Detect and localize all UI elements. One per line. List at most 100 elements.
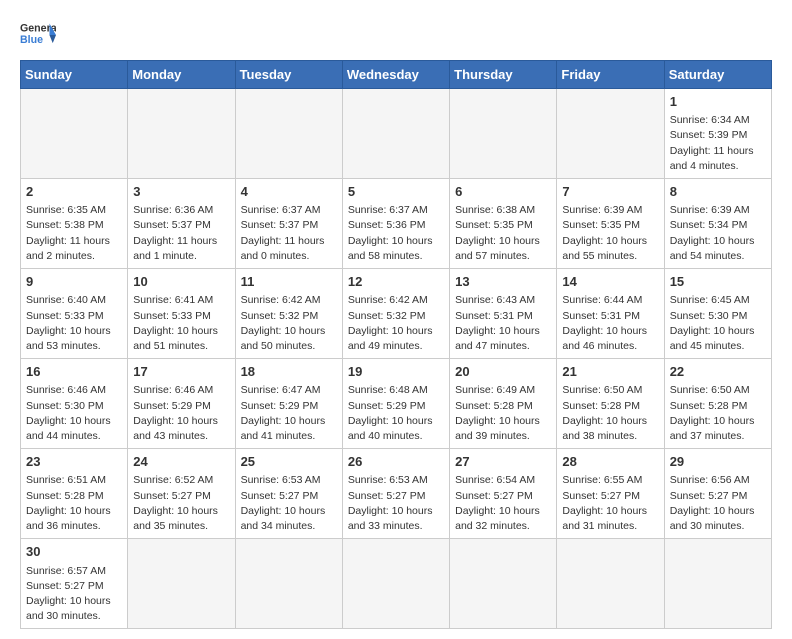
cell-sun-info: Sunrise: 6:45 AMSunset: 5:30 PMDaylight:… bbox=[670, 293, 766, 354]
day-number: 17 bbox=[133, 363, 229, 381]
calendar-cell bbox=[235, 539, 342, 629]
calendar-cell: 20Sunrise: 6:49 AMSunset: 5:28 PMDayligh… bbox=[450, 359, 557, 449]
cell-sun-info: Sunrise: 6:43 AMSunset: 5:31 PMDaylight:… bbox=[455, 293, 551, 354]
cell-sun-info: Sunrise: 6:37 AMSunset: 5:37 PMDaylight:… bbox=[241, 203, 337, 264]
logo: General Blue bbox=[20, 20, 56, 50]
calendar-week-row: 9Sunrise: 6:40 AMSunset: 5:33 PMDaylight… bbox=[21, 269, 772, 359]
calendar-header-row: SundayMondayTuesdayWednesdayThursdayFrid… bbox=[21, 61, 772, 89]
cell-sun-info: Sunrise: 6:56 AMSunset: 5:27 PMDaylight:… bbox=[670, 473, 766, 534]
calendar-col-tuesday: Tuesday bbox=[235, 61, 342, 89]
calendar-col-saturday: Saturday bbox=[664, 61, 771, 89]
calendar-cell: 10Sunrise: 6:41 AMSunset: 5:33 PMDayligh… bbox=[128, 269, 235, 359]
day-number: 28 bbox=[562, 453, 658, 471]
cell-sun-info: Sunrise: 6:35 AMSunset: 5:38 PMDaylight:… bbox=[26, 203, 122, 264]
day-number: 22 bbox=[670, 363, 766, 381]
cell-sun-info: Sunrise: 6:54 AMSunset: 5:27 PMDaylight:… bbox=[455, 473, 551, 534]
day-number: 13 bbox=[455, 273, 551, 291]
day-number: 25 bbox=[241, 453, 337, 471]
page: General Blue SundayMondayTuesdayWednesda… bbox=[0, 0, 792, 639]
calendar-cell: 27 Sunrise: 6:54 AMSunset: 5:27 PMDayligh… bbox=[450, 449, 557, 539]
calendar-cell bbox=[557, 539, 664, 629]
day-number: 4 bbox=[241, 183, 337, 201]
day-number: 16 bbox=[26, 363, 122, 381]
cell-sun-info: Sunrise: 6:51 AMSunset: 5:28 PMDaylight:… bbox=[26, 473, 122, 534]
calendar-cell bbox=[128, 89, 235, 179]
calendar-cell bbox=[450, 89, 557, 179]
day-number: 23 bbox=[26, 453, 122, 471]
cell-sun-info: Sunrise: 6:44 AMSunset: 5:31 PMDaylight:… bbox=[562, 293, 658, 354]
day-number: 11 bbox=[241, 273, 337, 291]
cell-sun-info: Sunrise: 6:52 AMSunset: 5:27 PMDaylight:… bbox=[133, 473, 229, 534]
calendar-cell bbox=[557, 89, 664, 179]
calendar-col-wednesday: Wednesday bbox=[342, 61, 449, 89]
calendar-cell bbox=[128, 539, 235, 629]
calendar-cell: 14 Sunrise: 6:44 AMSunset: 5:31 PMDayligh… bbox=[557, 269, 664, 359]
svg-text:Blue: Blue bbox=[20, 34, 43, 46]
cell-sun-info: Sunrise: 6:37 AMSunset: 5:36 PMDaylight:… bbox=[348, 203, 444, 264]
day-number: 27 bbox=[455, 453, 551, 471]
cell-sun-info: Sunrise: 6:42 AMSunset: 5:32 PMDaylight:… bbox=[241, 293, 337, 354]
day-number: 26 bbox=[348, 453, 444, 471]
day-number: 30 bbox=[26, 543, 122, 561]
calendar-cell bbox=[342, 89, 449, 179]
cell-sun-info: Sunrise: 6:39 AMSunset: 5:35 PMDaylight:… bbox=[562, 203, 658, 264]
calendar-cell bbox=[450, 539, 557, 629]
day-number: 21 bbox=[562, 363, 658, 381]
calendar-cell: 29 Sunrise: 6:56 AMSunset: 5:27 PMDayligh… bbox=[664, 449, 771, 539]
day-number: 7 bbox=[562, 183, 658, 201]
calendar-cell: 2 Sunrise: 6:35 AMSunset: 5:38 PMDaylight… bbox=[21, 179, 128, 269]
calendar-table: SundayMondayTuesdayWednesdayThursdayFrid… bbox=[20, 60, 772, 629]
day-number: 29 bbox=[670, 453, 766, 471]
cell-sun-info: Sunrise: 6:57 AMSunset: 5:27 PMDaylight:… bbox=[26, 564, 122, 625]
cell-sun-info: Sunrise: 6:50 AMSunset: 5:28 PMDaylight:… bbox=[670, 383, 766, 444]
generalblue-logo-icon: General Blue bbox=[20, 20, 56, 50]
calendar-cell: 6Sunrise: 6:38 AMSunset: 5:35 PMDaylight… bbox=[450, 179, 557, 269]
calendar-cell: 15 Sunrise: 6:45 AMSunset: 5:30 PMDayligh… bbox=[664, 269, 771, 359]
calendar-cell: 13 Sunrise: 6:43 AMSunset: 5:31 PMDayligh… bbox=[450, 269, 557, 359]
day-number: 18 bbox=[241, 363, 337, 381]
calendar-col-thursday: Thursday bbox=[450, 61, 557, 89]
day-number: 14 bbox=[562, 273, 658, 291]
cell-sun-info: Sunrise: 6:38 AMSunset: 5:35 PMDaylight:… bbox=[455, 203, 551, 264]
calendar-cell: 12 Sunrise: 6:42 AMSunset: 5:32 PMDayligh… bbox=[342, 269, 449, 359]
calendar-cell: 24Sunrise: 6:52 AMSunset: 5:27 PMDayligh… bbox=[128, 449, 235, 539]
cell-sun-info: Sunrise: 6:55 AMSunset: 5:27 PMDaylight:… bbox=[562, 473, 658, 534]
calendar-cell: 28 Sunrise: 6:55 AMSunset: 5:27 PMDayligh… bbox=[557, 449, 664, 539]
cell-sun-info: Sunrise: 6:39 AMSunset: 5:34 PMDaylight:… bbox=[670, 203, 766, 264]
day-number: 3 bbox=[133, 183, 229, 201]
day-number: 15 bbox=[670, 273, 766, 291]
calendar-cell: 16 Sunrise: 6:46 AMSunset: 5:30 PMDayligh… bbox=[21, 359, 128, 449]
calendar-cell: 4 Sunrise: 6:37 AMSunset: 5:37 PMDaylight… bbox=[235, 179, 342, 269]
day-number: 12 bbox=[348, 273, 444, 291]
cell-sun-info: Sunrise: 6:53 AMSunset: 5:27 PMDaylight:… bbox=[348, 473, 444, 534]
day-number: 2 bbox=[26, 183, 122, 201]
calendar-cell: 7 Sunrise: 6:39 AMSunset: 5:35 PMDaylight… bbox=[557, 179, 664, 269]
calendar-cell: 8Sunrise: 6:39 AMSunset: 5:34 PMDaylight… bbox=[664, 179, 771, 269]
calendar-week-row: 16 Sunrise: 6:46 AMSunset: 5:30 PMDayligh… bbox=[21, 359, 772, 449]
calendar-cell: 18Sunrise: 6:47 AMSunset: 5:29 PMDayligh… bbox=[235, 359, 342, 449]
header: General Blue bbox=[20, 20, 772, 50]
day-number: 19 bbox=[348, 363, 444, 381]
calendar-cell bbox=[342, 539, 449, 629]
cell-sun-info: Sunrise: 6:50 AMSunset: 5:28 PMDaylight:… bbox=[562, 383, 658, 444]
calendar-week-row: 30 Sunrise: 6:57 AMSunset: 5:27 PMDayligh… bbox=[21, 539, 772, 629]
day-number: 1 bbox=[670, 93, 766, 111]
calendar-cell: 22 Sunrise: 6:50 AMSunset: 5:28 PMDayligh… bbox=[664, 359, 771, 449]
calendar-cell bbox=[21, 89, 128, 179]
calendar-col-monday: Monday bbox=[128, 61, 235, 89]
cell-sun-info: Sunrise: 6:41 AMSunset: 5:33 PMDaylight:… bbox=[133, 293, 229, 354]
calendar-cell: 3 Sunrise: 6:36 AMSunset: 5:37 PMDaylight… bbox=[128, 179, 235, 269]
cell-sun-info: Sunrise: 6:42 AMSunset: 5:32 PMDaylight:… bbox=[348, 293, 444, 354]
calendar-cell: 19Sunrise: 6:48 AMSunset: 5:29 PMDayligh… bbox=[342, 359, 449, 449]
calendar-cell: 5 Sunrise: 6:37 AMSunset: 5:36 PMDaylight… bbox=[342, 179, 449, 269]
cell-sun-info: Sunrise: 6:36 AMSunset: 5:37 PMDaylight:… bbox=[133, 203, 229, 264]
day-number: 9 bbox=[26, 273, 122, 291]
calendar-cell: 1Sunrise: 6:34 AMSunset: 5:39 PMDaylight… bbox=[664, 89, 771, 179]
calendar-week-row: 1Sunrise: 6:34 AMSunset: 5:39 PMDaylight… bbox=[21, 89, 772, 179]
calendar-cell bbox=[664, 539, 771, 629]
calendar-cell: 17Sunrise: 6:46 AMSunset: 5:29 PMDayligh… bbox=[128, 359, 235, 449]
cell-sun-info: Sunrise: 6:46 AMSunset: 5:30 PMDaylight:… bbox=[26, 383, 122, 444]
calendar-cell: 21 Sunrise: 6:50 AMSunset: 5:28 PMDayligh… bbox=[557, 359, 664, 449]
day-number: 5 bbox=[348, 183, 444, 201]
calendar-col-friday: Friday bbox=[557, 61, 664, 89]
